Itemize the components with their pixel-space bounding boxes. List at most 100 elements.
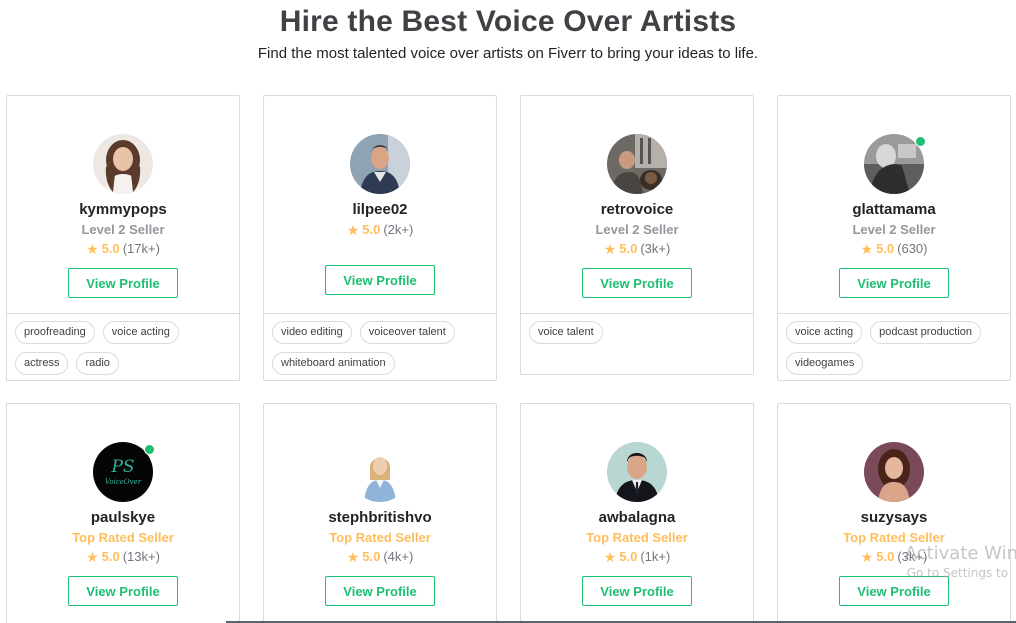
svg-text:PS: PS xyxy=(110,457,134,477)
rating-score: 5.0 xyxy=(619,549,638,564)
seller-rating: ★ 5.0 (3k+) xyxy=(604,241,671,257)
seller-username[interactable]: kymmypops xyxy=(79,201,167,219)
avatar[interactable] xyxy=(350,442,410,502)
avatar[interactable] xyxy=(607,442,667,502)
view-profile-button[interactable]: View Profile xyxy=(839,268,949,298)
watermark-line-1: Activate Win xyxy=(904,543,1016,564)
seller-username[interactable]: stephbritishvo xyxy=(328,509,431,527)
seller-card-main: stephbritishvo Top Rated Seller ★ 5.0 (4… xyxy=(264,404,496,622)
seller-username[interactable]: retrovoice xyxy=(601,201,674,219)
star-icon: ★ xyxy=(860,549,874,565)
avatar-wrapper[interactable] xyxy=(607,442,667,502)
avatar-wrapper[interactable] xyxy=(864,134,926,194)
seller-card-main: suzysays Top Rated Seller ★ 5.0 (3k+) Vi… xyxy=(778,404,1010,622)
skill-tags: proofreading voice acting actress radio xyxy=(7,314,239,375)
skill-tags: video editing voiceover talent whiteboar… xyxy=(264,314,496,375)
seller-card: retrovoice Level 2 Seller ★ 5.0 (3k+) Vi… xyxy=(520,95,754,375)
avatar-wrapper[interactable] xyxy=(350,134,410,194)
avatar-wrapper[interactable] xyxy=(607,134,667,194)
star-icon: ★ xyxy=(346,222,360,238)
skill-tag[interactable]: actress xyxy=(15,352,69,375)
seller-row: PS VoiceOver paulskye Top Rated Seller ★… xyxy=(6,403,1016,623)
seller-card: glattamama Level 2 Seller ★ 5.0 (630) Vi… xyxy=(777,95,1011,381)
skill-tag[interactable]: voice acting xyxy=(102,321,179,344)
avatar[interactable] xyxy=(350,134,410,194)
view-profile-button[interactable]: View Profile xyxy=(582,268,692,298)
seller-card: suzysays Top Rated Seller ★ 5.0 (3k+) Vi… xyxy=(777,403,1011,623)
view-profile-button[interactable]: View Profile xyxy=(582,576,692,606)
seller-card: awbalagna Top Rated Seller ★ 5.0 (1k+) V… xyxy=(520,403,754,623)
skill-tag[interactable]: voice talent xyxy=(529,321,603,344)
avatar[interactable] xyxy=(93,134,153,194)
seller-card-main: PS VoiceOver paulskye Top Rated Seller ★… xyxy=(7,404,239,622)
seller-rating: ★ 5.0 (4k+) xyxy=(347,549,414,565)
watermark-line-2: Go to Settings to xyxy=(906,566,1009,580)
view-profile-button[interactable]: View Profile xyxy=(68,576,178,606)
online-indicator xyxy=(144,444,155,455)
review-count: (17k+) xyxy=(122,241,160,256)
seller-row: kymmypops Level 2 Seller ★ 5.0 (17k+) Vi… xyxy=(6,95,1016,381)
seller-level: Level 2 Seller xyxy=(852,222,936,237)
seller-card-main: awbalagna Top Rated Seller ★ 5.0 (1k+) V… xyxy=(521,404,753,622)
review-count: (2k+) xyxy=(383,222,414,237)
seller-rating: ★ 5.0 (2k+) xyxy=(347,222,414,238)
rating-score: 5.0 xyxy=(101,241,120,256)
view-profile-button[interactable]: View Profile xyxy=(68,268,178,298)
online-indicator xyxy=(915,136,926,147)
seller-rating: ★ 5.0 (13k+) xyxy=(86,549,160,565)
rating-score: 5.0 xyxy=(619,241,638,256)
skill-tags: voice talent xyxy=(521,314,753,344)
seller-level: Level 2 Seller xyxy=(81,222,165,237)
seller-level: Top Rated Seller xyxy=(72,530,174,545)
skill-tag[interactable]: whiteboard animation xyxy=(272,352,395,375)
star-icon: ★ xyxy=(603,549,617,565)
view-profile-button[interactable]: View Profile xyxy=(325,265,435,295)
seller-card-main: retrovoice Level 2 Seller ★ 5.0 (3k+) Vi… xyxy=(521,96,753,314)
seller-level: Top Rated Seller xyxy=(586,530,688,545)
view-profile-button[interactable]: View Profile xyxy=(325,576,435,606)
seller-username[interactable]: suzysays xyxy=(861,509,928,527)
seller-card: stephbritishvo Top Rated Seller ★ 5.0 (4… xyxy=(263,403,497,623)
seller-card-main: kymmypops Level 2 Seller ★ 5.0 (17k+) Vi… xyxy=(7,96,239,314)
skill-tag[interactable]: proofreading xyxy=(15,321,95,344)
star-icon: ★ xyxy=(860,241,874,257)
seller-level: Level 2 Seller xyxy=(595,222,679,237)
avatar[interactable] xyxy=(607,134,667,194)
avatar-wrapper[interactable]: PS VoiceOver xyxy=(93,442,155,502)
seller-grid: kymmypops Level 2 Seller ★ 5.0 (17k+) Vi… xyxy=(6,95,1016,623)
review-count: (3k+) xyxy=(640,241,671,256)
seller-card-main: lilpee02 ★ 5.0 (2k+) View Profile xyxy=(264,96,496,314)
star-icon: ★ xyxy=(346,549,360,565)
page-subtitle: Find the most talented voice over artist… xyxy=(257,45,759,62)
rating-score: 5.0 xyxy=(362,549,381,564)
rating-score: 5.0 xyxy=(101,549,120,564)
skill-tag[interactable]: radio xyxy=(76,352,119,375)
skill-tag[interactable]: voice acting xyxy=(786,321,863,344)
avatar[interactable] xyxy=(864,442,924,502)
star-icon: ★ xyxy=(603,241,617,257)
seller-level: Top Rated Seller xyxy=(329,530,431,545)
skill-tag[interactable]: videogames xyxy=(786,352,864,375)
seller-username[interactable]: lilpee02 xyxy=(352,201,407,219)
rating-score: 5.0 xyxy=(876,241,895,256)
star-icon: ★ xyxy=(86,549,99,565)
star-icon: ★ xyxy=(86,241,99,257)
seller-rating: ★ 5.0 (17k+) xyxy=(86,241,160,257)
seller-rating: ★ 5.0 (630) xyxy=(861,241,928,257)
skill-tag[interactable]: podcast production xyxy=(870,321,982,344)
seller-card: PS VoiceOver paulskye Top Rated Seller ★… xyxy=(6,403,240,623)
page-title: Hire the Best Voice Over Artists xyxy=(279,5,737,38)
seller-rating: ★ 5.0 (1k+) xyxy=(604,549,671,565)
rating-score: 5.0 xyxy=(362,222,381,237)
skill-tag[interactable]: video editing xyxy=(272,321,352,344)
seller-username[interactable]: glattamama xyxy=(852,201,935,219)
avatar-wrapper[interactable] xyxy=(350,442,410,502)
review-count: (1k+) xyxy=(640,549,671,564)
avatar-wrapper[interactable] xyxy=(93,134,153,194)
seller-username[interactable]: paulskye xyxy=(91,509,155,527)
skill-tags: voice acting podcast production videogam… xyxy=(778,314,1010,375)
avatar-wrapper[interactable] xyxy=(864,442,924,502)
skill-tag[interactable]: voiceover talent xyxy=(359,321,455,344)
review-count: (4k+) xyxy=(383,549,414,564)
seller-username[interactable]: awbalagna xyxy=(599,509,676,527)
